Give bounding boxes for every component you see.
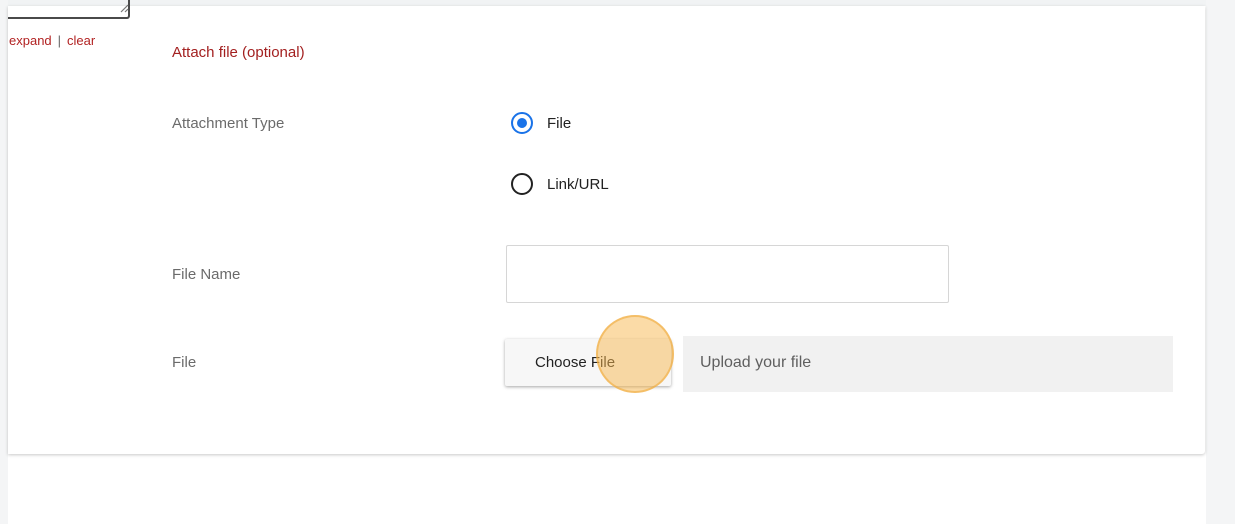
page-background-right: [1206, 0, 1235, 524]
resize-grip-icon[interactable]: [119, 3, 129, 13]
file-name-label: File Name: [172, 266, 241, 283]
file-name-input[interactable]: [506, 245, 949, 303]
section-title: Attach file (optional): [172, 44, 305, 61]
radio-option-label: File: [547, 114, 572, 132]
expand-link[interactable]: expand: [9, 33, 52, 48]
page-background-bottom: [8, 456, 1206, 524]
link-separator: |: [57, 33, 62, 48]
radio-option-file[interactable]: File: [511, 112, 571, 134]
page-background-left: [0, 0, 8, 524]
textarea-resize-corner[interactable]: [8, 0, 130, 19]
radio-unchecked-icon[interactable]: [511, 173, 533, 195]
radio-option-label: Link/URL: [547, 175, 609, 193]
choose-file-button[interactable]: Choose File: [505, 339, 671, 386]
radio-option-link-url[interactable]: Link/URL: [511, 173, 609, 195]
attachment-type-label: Attachment Type: [172, 115, 285, 132]
radio-checked-icon[interactable]: [511, 112, 533, 134]
textarea-links: expand | clear: [9, 33, 95, 48]
file-label: File: [172, 354, 197, 371]
file-upload-placeholder: Upload your file: [700, 354, 812, 371]
clear-link[interactable]: clear: [67, 33, 95, 48]
